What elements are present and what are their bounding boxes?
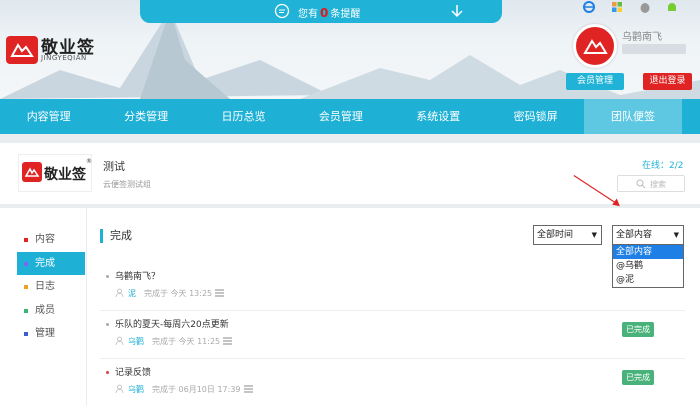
sidebar-item-done[interactable]: 完成 [17, 251, 85, 275]
member-management-button[interactable]: 会员管理 [566, 73, 624, 90]
username-bar [622, 44, 686, 54]
item-title: 记录反馈 [115, 368, 152, 378]
online-count: 2/2 [669, 161, 684, 171]
item-time: 完成于 今天 11:25 [152, 337, 221, 346]
item-meta: 泥完成于 今天 13:25 [115, 288, 225, 299]
team-description: 云便签测试组 [103, 180, 151, 189]
sidebar: 内容 完成 日志 成员 管理 [17, 228, 85, 346]
item-meta: 乌鹳 完成于 06月10日 17:39 [115, 384, 253, 395]
dot-icon [24, 238, 28, 242]
item-meta: 乌鹳 完成于 今天 11:25 [115, 336, 233, 347]
avatar[interactable] [573, 24, 617, 68]
nav-item-settings[interactable]: 系统设置 [390, 99, 487, 134]
team-logo-text: 敬业签 [44, 167, 86, 183]
item-time: 完成于 今天 13:25 [144, 289, 213, 298]
item-title: 乌鹳南飞？ [115, 272, 161, 282]
nav-item-calendar[interactable]: 日历总览 [195, 99, 292, 134]
notification-bar[interactable]: 您有 0 条提醒 [140, 0, 502, 23]
logout-button[interactable]: 退出登录 [643, 73, 692, 90]
chat-bubble-icon [274, 3, 290, 19]
arrow-down-icon[interactable] [450, 3, 464, 19]
header: 您有 0 条提醒 敬业签 JINGYEQIAN 乌鹳南飞 会员管理 退出登录 [0, 0, 700, 99]
bullet-icon [106, 323, 109, 326]
sidebar-item-members[interactable]: 成员 [17, 299, 85, 323]
dropdown-option[interactable]: 全部内容 [613, 245, 683, 259]
item-user[interactable]: 泥 [128, 289, 136, 298]
caret-down-icon: ▼ [673, 231, 679, 239]
dot-icon [24, 332, 28, 336]
bullet-icon [106, 275, 109, 278]
sidebar-item-label: 成员 [35, 304, 55, 316]
section-title: 完成 [100, 229, 132, 243]
time-filter-select[interactable]: 全部时间 ▼ [533, 225, 602, 245]
person-icon [115, 336, 124, 345]
person-icon [115, 384, 124, 393]
main-body: 内容 完成 日志 成员 管理 完成 全部时间 ▼ 全部内容 ▼ 全部内容 @乌鹳 @… [0, 208, 700, 406]
nav-item-category[interactable]: 分类管理 [97, 99, 194, 134]
sidebar-item-label: 完成 [35, 257, 55, 269]
list-item[interactable]: 记录反馈 乌鹳 完成于 06月10日 17:39 已完成 [100, 359, 685, 406]
content-filter-select[interactable]: 全部内容 ▼ [612, 225, 684, 245]
sidebar-divider [86, 208, 87, 406]
time-filter-value: 全部时间 [537, 230, 574, 240]
windows-icon[interactable] [610, 0, 624, 14]
sidebar-item-log[interactable]: 日志 [17, 275, 85, 299]
list-icon[interactable] [223, 337, 233, 345]
notice-count: 0 [320, 6, 329, 20]
sidebar-item-label: 日志 [35, 281, 55, 292]
brand-sub: JINGYEQIAN [41, 54, 87, 62]
search-label: 搜索 [650, 180, 666, 189]
sidebar-item-label: 内容 [35, 234, 55, 245]
list-icon[interactable] [215, 289, 225, 297]
list-item[interactable]: 乐队的夏天-每周六20点更新 乌鹳 完成于 今天 11:25 已完成 [100, 311, 685, 359]
brand-logo-icon [6, 36, 38, 64]
ie-icon[interactable] [582, 0, 596, 14]
apple-icon[interactable] [638, 0, 652, 14]
list-item[interactable]: 乌鹳南飞？ 泥完成于 今天 13:25 [100, 263, 685, 311]
red-arrow-annotation [573, 175, 620, 207]
team-title: 测试 [103, 160, 125, 173]
username: 乌鹳南飞 [622, 32, 662, 43]
nav-item-lock[interactable]: 密码锁屏 [487, 99, 584, 134]
team-logo: 敬业签 ® [18, 154, 92, 192]
notice-prefix: 您有 [298, 9, 318, 20]
online-status: 在线：2/2 [642, 158, 684, 171]
status-badge: 已完成 [622, 322, 654, 337]
sidebar-item-manage[interactable]: 管理 [17, 322, 85, 346]
sidebar-item-content[interactable]: 内容 [17, 228, 85, 252]
sidebar-item-label: 管理 [35, 328, 55, 339]
list-icon[interactable] [243, 385, 253, 393]
item-title: 乐队的夏天-每周六20点更新 [115, 320, 229, 330]
dot-icon [24, 261, 28, 266]
nav-item-members[interactable]: 会员管理 [292, 99, 389, 134]
caret-down-icon: ▼ [591, 231, 597, 239]
nav-item-content[interactable]: 内容管理 [0, 99, 97, 134]
completed-list: 乌鹳南飞？ 泥完成于 今天 13:25 乐队的夏天-每周六20点更新 乌鹳 完成于… [100, 263, 685, 406]
team-logo-icon [22, 162, 42, 182]
online-label: 在线： [642, 161, 670, 171]
dot-icon [24, 285, 28, 289]
nav-item-team-notes[interactable]: 团队便签 [584, 99, 682, 134]
android-icon[interactable] [665, 0, 679, 14]
status-badge: 已完成 [622, 370, 654, 385]
registered-mark: ® [86, 158, 92, 165]
item-user[interactable]: 乌鹳 [128, 385, 144, 394]
notice-text: 您有 0 条提醒 [298, 5, 360, 20]
main-nav: 内容管理 分类管理 日历总览 会员管理 系统设置 密码锁屏 团队便签 [0, 99, 700, 134]
item-time: 完成于 06月10日 17:39 [152, 385, 241, 394]
item-user[interactable]: 乌鹳 [128, 337, 144, 346]
dot-icon [24, 308, 28, 313]
person-icon [115, 288, 124, 297]
bullet-icon [106, 371, 109, 374]
content-filter-value: 全部内容 [616, 230, 653, 240]
notice-suffix: 条提醒 [330, 9, 361, 20]
